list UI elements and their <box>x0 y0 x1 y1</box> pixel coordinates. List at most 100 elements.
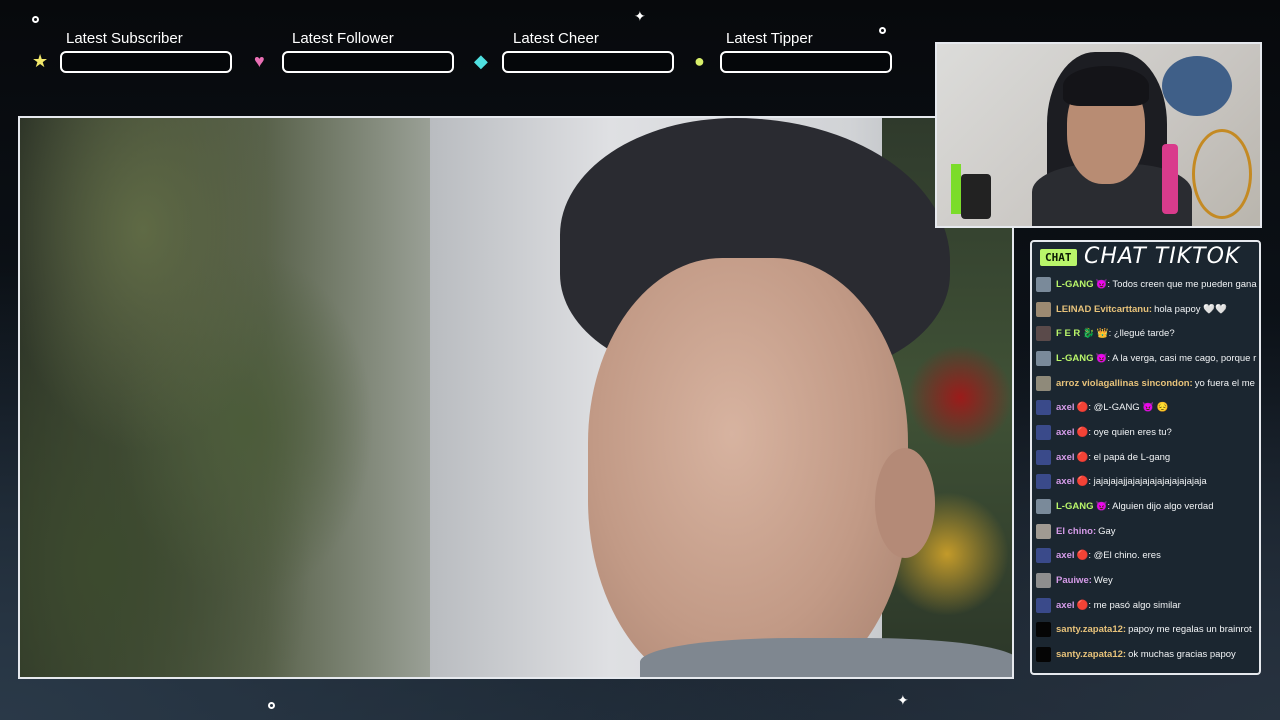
chat-message-text: Gay <box>1098 525 1116 537</box>
avatar <box>1036 548 1051 564</box>
alert-latest-tipper: Latest Tipper ● <box>694 30 899 76</box>
chat-username[interactable]: L-GANG <box>1056 501 1093 512</box>
chat-panel: CHAT CHAT TIKTOK L-GANG 😈: Todos creen qu… <box>1030 240 1261 675</box>
chat-message-text: : el papá de L-gang <box>1088 451 1171 463</box>
chat-message-list[interactable]: L-GANG 😈: Todos creen que me pueden gana L… <box>1036 272 1257 667</box>
alert-latest-subscriber: Latest Subscriber ★ <box>32 30 237 76</box>
chat-username[interactable]: LEINAD Evitcarttanu: <box>1056 304 1152 315</box>
chat-message-text: : @L-GANG 😈 😔 <box>1088 402 1169 414</box>
avatar <box>1036 499 1051 515</box>
chat-user-badge: 🔴 <box>1076 451 1089 463</box>
chat-message: arroz violagallinas sincondon: yo fuera e… <box>1036 371 1257 396</box>
alert-label: Latest Follower <box>292 30 394 47</box>
chat-message: axel 🔴: @El chino. eres <box>1036 544 1257 569</box>
avatar <box>1036 375 1051 391</box>
chat-username[interactable]: santy.zapata12: <box>1056 649 1126 660</box>
chat-username[interactable]: santy.zapata12: <box>1056 624 1126 635</box>
webcam-person-hair <box>1063 66 1149 106</box>
decor-circle <box>268 702 275 709</box>
chat-username[interactable]: axel <box>1056 476 1075 487</box>
main-video[interactable] <box>18 116 1014 679</box>
video-person-shirt <box>640 638 1012 677</box>
chat-username[interactable]: axel <box>1056 600 1075 611</box>
avatar <box>1036 597 1051 613</box>
webcam-speaker <box>961 174 991 219</box>
alert-latest-follower: Latest Follower ♥ <box>254 30 459 76</box>
alert-label: Latest Tipper <box>726 30 813 47</box>
video-person-ear <box>875 448 935 558</box>
alert-label: Latest Cheer <box>513 30 599 47</box>
chat-message-text: papoy me regalas un brainrot <box>1128 624 1252 636</box>
chat-user-badge: 🔴 <box>1076 402 1089 414</box>
chat-message: axel 🔴: oye quien eres tu? <box>1036 420 1257 445</box>
chat-message-text: : @El chino. eres <box>1088 550 1161 562</box>
avatar <box>1036 474 1051 490</box>
chat-user-badge: 👑 <box>1096 328 1109 340</box>
chat-user-badge: 😈 <box>1095 501 1108 513</box>
alert-latest-cheer: Latest Cheer ◆ <box>474 30 679 76</box>
chat-message: El chino: Gay <box>1036 519 1257 544</box>
chat-username[interactable]: axel <box>1056 452 1075 463</box>
chat-message-text: : me pasó algo similar <box>1088 599 1181 611</box>
chat-message-text: : Todos creen que me pueden gana <box>1107 278 1257 290</box>
chat-message: axel 🔴: el papá de L-gang <box>1036 445 1257 470</box>
webcam-bike <box>1192 129 1252 219</box>
chat-message: santy.zapata12: ok muchas gracias papoy <box>1036 642 1257 667</box>
chat-message: axel 🔴: me pasó algo similar <box>1036 593 1257 618</box>
chat-username[interactable]: El chino: <box>1056 526 1096 537</box>
chat-message: L-GANG 😈: Alguien dijo algo verdad <box>1036 494 1257 519</box>
avatar <box>1036 573 1051 589</box>
webcam-feed[interactable] <box>935 42 1262 228</box>
avatar <box>1036 301 1051 317</box>
chat-message: axel 🔴: @L-GANG 😈 😔 <box>1036 395 1257 420</box>
chat-username[interactable]: axel <box>1056 402 1075 413</box>
chat-message-text: : A la verga, casi me cago, porque r <box>1107 352 1257 364</box>
star-icon: ★ <box>32 51 49 71</box>
chat-message: santy.zapata12: papoy me regalas un brain… <box>1036 618 1257 643</box>
video-foliage <box>20 118 430 677</box>
avatar <box>1036 647 1051 663</box>
heart-icon: ♥ <box>254 51 265 71</box>
avatar <box>1036 523 1051 539</box>
chat-user-badge: 🔴 <box>1076 426 1089 438</box>
avatar <box>1036 326 1051 342</box>
chat-username[interactable]: axel <box>1056 550 1075 561</box>
chat-header: CHAT CHAT TIKTOK <box>1038 244 1258 273</box>
sparkle-icon: ✦ <box>897 692 909 708</box>
diamond-icon: ◆ <box>474 51 488 71</box>
chat-message-text: : Alguien dijo algo verdad <box>1107 501 1214 513</box>
chat-username[interactable]: L-GANG <box>1056 279 1093 290</box>
webcam-bottle <box>1162 144 1178 214</box>
avatar <box>1036 449 1051 465</box>
sparkle-icon: ✦ <box>634 8 646 24</box>
chat-message: L-GANG 😈: A la verga, casi me cago, porqu… <box>1036 346 1257 371</box>
alert-value-box <box>60 51 232 73</box>
chat-badge: CHAT <box>1040 249 1077 266</box>
chat-message-text: yo fuera el me l <box>1194 377 1257 389</box>
chat-message-text: : ¿llegué tarde? <box>1108 328 1175 340</box>
chat-message: Pauiwe: Wey <box>1036 568 1257 593</box>
avatar <box>1036 350 1051 366</box>
chat-user-badge: 🔴 <box>1076 476 1089 488</box>
chat-user-badge: 😈 <box>1095 352 1108 364</box>
chat-username[interactable]: F E R 🐉 <box>1056 328 1095 339</box>
chat-user-badge: 🔴 <box>1076 599 1089 611</box>
webcam-prop <box>951 164 961 214</box>
chat-message: LEINAD Evitcarttanu: hola papoy 🤍🤍 <box>1036 297 1257 322</box>
avatar <box>1036 622 1051 638</box>
alert-label: Latest Subscriber <box>66 30 183 47</box>
alert-value-box <box>282 51 454 73</box>
chat-username[interactable]: Pauiwe: <box>1056 575 1092 586</box>
chat-username[interactable]: axel <box>1056 427 1075 438</box>
chat-username[interactable]: arroz violagallinas sincondon: <box>1056 378 1193 389</box>
chat-message: axel 🔴: jajajajajjajajajajajajajajajaja <box>1036 470 1257 495</box>
alert-value-box <box>502 51 674 73</box>
chat-message-text: Wey <box>1093 575 1113 587</box>
chat-message: L-GANG 😈: Todos creen que me pueden gana <box>1036 272 1257 297</box>
avatar <box>1036 276 1051 292</box>
webcam-plush <box>1162 56 1232 116</box>
chat-username[interactable]: L-GANG <box>1056 353 1093 364</box>
chat-title: CHAT TIKTOK <box>1084 244 1241 269</box>
avatar <box>1036 424 1051 440</box>
video-person-face <box>588 258 908 677</box>
